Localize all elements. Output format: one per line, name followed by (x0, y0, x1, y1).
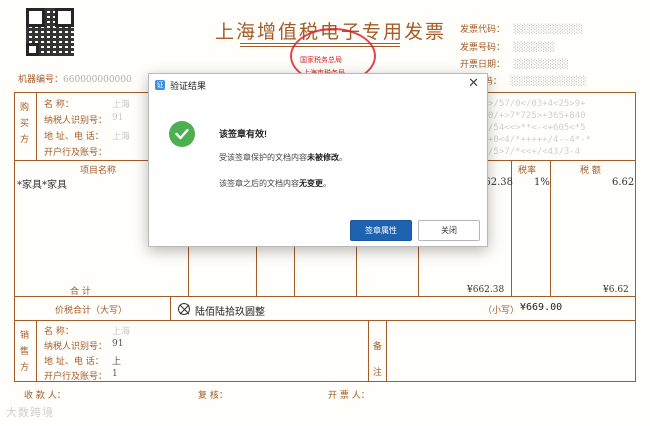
seller-bank-label: 开户行及账号： (44, 372, 108, 382)
item-rate: 1% (534, 177, 550, 188)
check-circle-icon (169, 121, 195, 147)
total-label: 价税合计（大写） (55, 306, 128, 316)
qr-code (26, 8, 74, 56)
dialog-title: 验证结果 (170, 80, 207, 91)
issuer-label: 开 票 人： (328, 391, 370, 401)
reviewer-label: 复 核： (198, 391, 228, 401)
invoice-date: 开票日期： ░░░░░░░░ (460, 60, 569, 70)
seller-bank-value: 1 (112, 369, 118, 379)
close-icon[interactable]: ✕ (468, 77, 479, 91)
remarks-label: 备 注 (373, 342, 383, 378)
cipher-line-2: 0/+>7*725>+365+840 (488, 111, 586, 121)
seal-text-1: 国家税务总局 (300, 56, 342, 64)
seller-side-label: 销 售 方 (20, 331, 30, 373)
seller-address-value: 上 (112, 357, 122, 367)
cipher-line-5: /5>7/*<<+/<43/3-4 (488, 147, 581, 157)
total-small-label: （小写） (483, 306, 520, 316)
app-icon: 证 (155, 80, 165, 90)
subtotal-amount: ¥662.38 (467, 285, 505, 295)
cipher-line-4: +0<4/*+++++/4--4*-* (488, 135, 591, 145)
payee-label: 收 款 人： (24, 391, 66, 401)
item-name: *家具*家具 (17, 180, 67, 191)
buyer-address-label: 地 址、电 话： (44, 132, 104, 142)
cipher-line-1: >/57/0</03+4<25>9+ (488, 99, 586, 109)
total-small: ¥669.00 (520, 302, 563, 313)
items-header-tax: 税 额 (580, 166, 601, 176)
seller-name-value: 上海 (112, 327, 131, 337)
items-header-name: 项目名称 (80, 166, 117, 176)
cipher-line-3: /54<<>**<-<+605<*5 (488, 123, 586, 133)
buyer-name-value: 上海 (112, 100, 131, 110)
subtotal-tax: ¥6.62 (603, 285, 629, 295)
dialog-heading: 该签章有效! (219, 129, 267, 139)
dialog-titlebar[interactable]: 证 验证结果 (149, 74, 487, 96)
buyer-taxid-value: 91 (112, 113, 124, 123)
buyer-taxid-label: 纳税人识别号： (44, 116, 108, 126)
seller-name-label: 名 称： (44, 327, 74, 337)
dialog-message-1: 受该签章保护的文档内容未被修改。 (219, 153, 347, 162)
invoice-number: 发票号码： ░░░░░░ (460, 43, 556, 53)
item-tax: 6.62 (612, 177, 635, 188)
buyer-name-label: 名 称： (44, 100, 74, 110)
watermark: 大数跨境 (6, 407, 54, 419)
verification-dialog: 证 验证结果 ✕ 该签章有效! 受该签章保护的文档内容未被修改。 该签章之后的文… (148, 73, 488, 247)
items-header-rate: 税率 (518, 166, 537, 176)
signature-properties-button[interactable]: 签章属性 (350, 220, 412, 241)
seller-taxid-label: 纳税人识别号： (44, 342, 108, 352)
close-button[interactable]: 关闭 (418, 220, 480, 241)
seller-taxid-value: 91 (112, 339, 124, 349)
total-words: 陆佰陆拾玖圆整 (195, 307, 265, 318)
buyer-address-value: 上海 (112, 132, 131, 142)
invoice-code: 发票代码： ░░░░░░░░░░ (460, 25, 583, 35)
seller-address-label: 地 址、电 话： (44, 357, 104, 367)
circle-x-icon (178, 303, 190, 315)
buyer-side-label: 购 买 方 (20, 103, 30, 145)
dialog-message-2: 该签章之后的文档内容无变更。 (219, 179, 331, 188)
buyer-bank-label: 开户行及账号： (44, 148, 108, 158)
machine-number: 机器编号：660000000000 (18, 75, 132, 85)
